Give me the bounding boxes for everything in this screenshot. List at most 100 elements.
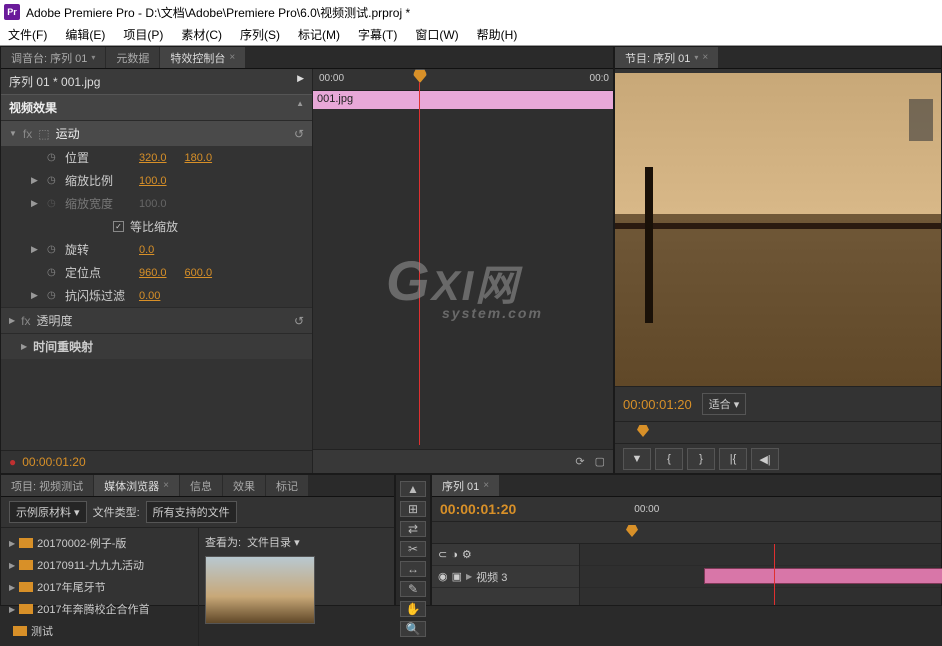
clip-name-header: 序列 01 * 001.jpg▶ — [1, 69, 312, 94]
selection-tool[interactable]: ▲ — [400, 481, 426, 497]
media-thumbnail[interactable] — [205, 556, 315, 624]
anchor-row[interactable]: ◷ 定位点 960.0 600.0 — [1, 261, 312, 284]
tree-node[interactable]: ▶2017年奔腾校企合作首 — [5, 598, 194, 620]
tab-effect-controls[interactable]: 特效控制台× — [160, 47, 245, 68]
window-title: Adobe Premiere Pro - D:\文档\Adobe\Premier… — [26, 4, 410, 21]
zoom-fit-dropdown[interactable]: 适合 ▾ — [702, 393, 747, 415]
timeline-tabstrip: 序列 01× — [432, 475, 941, 497]
uniform-scale-row[interactable]: ✓ 等比缩放 — [1, 215, 312, 238]
video-effects-header[interactable]: 视频效果▲ — [1, 94, 312, 120]
opacity-effect-row[interactable]: ▶fx 透明度 ↺ — [1, 307, 312, 333]
timeline-panel: 序列 01× 00:00:01:20 00:00 ⊂ ◑ ⚙ ◉ ▣ ▶ 视频 … — [431, 474, 942, 606]
stopwatch-icon[interactable]: ◷ — [47, 152, 59, 164]
wrench-icon[interactable]: ⚙ — [462, 548, 472, 561]
menu-clip[interactable]: 素材(C) — [181, 24, 222, 45]
set-in-button[interactable]: { — [655, 448, 683, 470]
timeline-clip[interactable] — [704, 568, 942, 584]
timeline-playhead-line[interactable] — [774, 544, 775, 605]
collapse-icon[interactable]: ▢ — [595, 455, 605, 468]
track-body[interactable] — [580, 544, 941, 605]
tab-audio-mixer[interactable]: 调音台: 序列 01▾ — [1, 47, 105, 68]
tab-project[interactable]: 项目: 视频测试 — [1, 475, 93, 496]
menu-file[interactable]: 文件(F) — [8, 24, 47, 45]
loop-icon[interactable]: ⟳ — [575, 455, 584, 468]
uniform-scale-checkbox[interactable]: ✓ — [113, 221, 124, 232]
step-back-button[interactable]: ◀| — [751, 448, 779, 470]
slip-tool[interactable]: ↔ — [400, 561, 426, 577]
zoom-tool[interactable]: 🔍 — [400, 621, 426, 637]
mini-ruler[interactable]: 00:00 00:0 — [313, 69, 613, 91]
program-timecode[interactable]: 00:00:01:20 — [623, 397, 692, 412]
mini-footer: ⟳ ▢ — [313, 449, 613, 473]
left-tabstrip: 调音台: 序列 01▾ 元数据 特效控制台× — [1, 47, 613, 69]
rotation-row[interactable]: ▶◷ 旋转 0.0 — [1, 238, 312, 261]
menu-project[interactable]: 项目(P) — [123, 24, 163, 45]
menu-sequence[interactable]: 序列(S) — [240, 24, 280, 45]
folder-tree[interactable]: ▶20170002-例子-版 ▶20170911-九九九活动 ▶2017年尾牙节… — [1, 528, 199, 646]
menu-title[interactable]: 字幕(T) — [358, 24, 397, 45]
stopwatch-icon[interactable]: ◷ — [47, 244, 59, 256]
ripple-tool[interactable]: ⇄ — [400, 521, 426, 537]
scale-width-row: ▶◷ 缩放宽度 100.0 — [1, 192, 312, 215]
folder-icon — [19, 560, 33, 570]
lock-icon[interactable]: ▣ — [452, 570, 462, 583]
railing — [615, 223, 941, 229]
goto-in-button[interactable]: |{ — [719, 448, 747, 470]
antiflicker-row[interactable]: ▶◷ 抗闪烁过滤 0.00 — [1, 284, 312, 307]
tab-sequence[interactable]: 序列 01× — [432, 475, 499, 496]
tree-node[interactable]: ▶20170911-九九九活动 — [5, 554, 194, 576]
timeline-playhead-marker[interactable] — [626, 525, 638, 537]
marker-icon[interactable]: ◑ — [451, 549, 458, 561]
scale-row[interactable]: ▶◷ 缩放比例 100.0 — [1, 169, 312, 192]
snap-icon[interactable]: ⊂ — [438, 548, 447, 561]
timeline-tracks: ⊂ ◑ ⚙ ◉ ▣ ▶ 视频 3 — [432, 544, 941, 605]
razor-tool[interactable]: ✂ — [400, 541, 426, 557]
tab-media-browser[interactable]: 媒体浏览器× — [94, 475, 179, 496]
tree-node[interactable]: ▶20170002-例子-版 — [5, 532, 194, 554]
tab-markers[interactable]: 标记 — [266, 475, 308, 496]
tab-metadata[interactable]: 元数据 — [106, 47, 159, 68]
tree-node[interactable]: ▶2017年尾牙节 — [5, 576, 194, 598]
program-ruler[interactable] — [615, 421, 941, 443]
effect-timeline[interactable]: 00:00 00:0 001.jpg ⟳ ▢ — [313, 69, 613, 473]
set-out-button[interactable]: } — [687, 448, 715, 470]
position-row[interactable]: ◷ 位置 320.0 180.0 — [1, 146, 312, 169]
pen-tool[interactable]: ✎ — [400, 581, 426, 597]
footer-timecode[interactable]: 00:00:01:20 — [22, 455, 85, 469]
effect-controls-panel: 调音台: 序列 01▾ 元数据 特效控制台× 序列 01 * 001.jpg▶ … — [0, 46, 614, 474]
track-toggle-row[interactable]: ⊂ ◑ ⚙ — [432, 544, 579, 566]
mini-playhead[interactable] — [419, 69, 420, 445]
timeline-header: 00:00:01:20 00:00 — [432, 497, 941, 522]
stopwatch-icon: ◷ — [47, 198, 59, 210]
eye-icon[interactable]: ◉ — [438, 570, 448, 583]
tab-info[interactable]: 信息 — [180, 475, 222, 496]
mini-clip[interactable]: 001.jpg — [313, 91, 613, 109]
stopwatch-icon[interactable]: ◷ — [47, 175, 59, 187]
time-remap-row[interactable]: ▶ 时间重映射 — [1, 333, 312, 359]
timeline-ruler[interactable] — [432, 522, 941, 544]
view-as-dropdown[interactable]: 文件目录 ▾ — [247, 534, 300, 550]
program-playhead-marker[interactable] — [637, 425, 649, 437]
program-viewport[interactable] — [615, 73, 941, 386]
filetype-dropdown[interactable]: 所有支持的文件 — [146, 501, 237, 523]
video-track-header[interactable]: ◉ ▣ ▶ 视频 3 — [432, 566, 579, 588]
tree-node[interactable]: 测试 — [5, 620, 194, 642]
menu-marker[interactable]: 标记(M) — [298, 24, 340, 45]
app-logo: Pr — [4, 4, 20, 20]
tab-program[interactable]: 节目: 序列 01▾× — [615, 47, 718, 68]
menu-window[interactable]: 窗口(W) — [415, 24, 458, 45]
thumbnail-view: 查看为: 文件目录 ▾ — [199, 528, 394, 646]
transport-bar: ▼ { } |{ ◀| — [615, 443, 941, 473]
motion-effect-row[interactable]: ▼fx⬚ 运动 ↺ — [1, 120, 312, 146]
tab-effects[interactable]: 效果 — [223, 475, 265, 496]
tool-palette: ▲ ⊞ ⇄ ✂ ↔ ✎ ✋ 🔍 — [395, 474, 431, 606]
mark-in-button[interactable]: ▼ — [623, 448, 651, 470]
menu-edit[interactable]: 编辑(E) — [65, 24, 105, 45]
timeline-timecode[interactable]: 00:00:01:20 — [440, 501, 516, 517]
hand-tool[interactable]: ✋ — [400, 601, 426, 617]
source-dropdown[interactable]: 示例原材料 ▾ — [9, 501, 87, 523]
track-select-tool[interactable]: ⊞ — [400, 501, 426, 517]
stopwatch-icon[interactable]: ◷ — [47, 290, 59, 302]
menu-help[interactable]: 帮助(H) — [477, 24, 518, 45]
stopwatch-icon[interactable]: ◷ — [47, 267, 59, 279]
